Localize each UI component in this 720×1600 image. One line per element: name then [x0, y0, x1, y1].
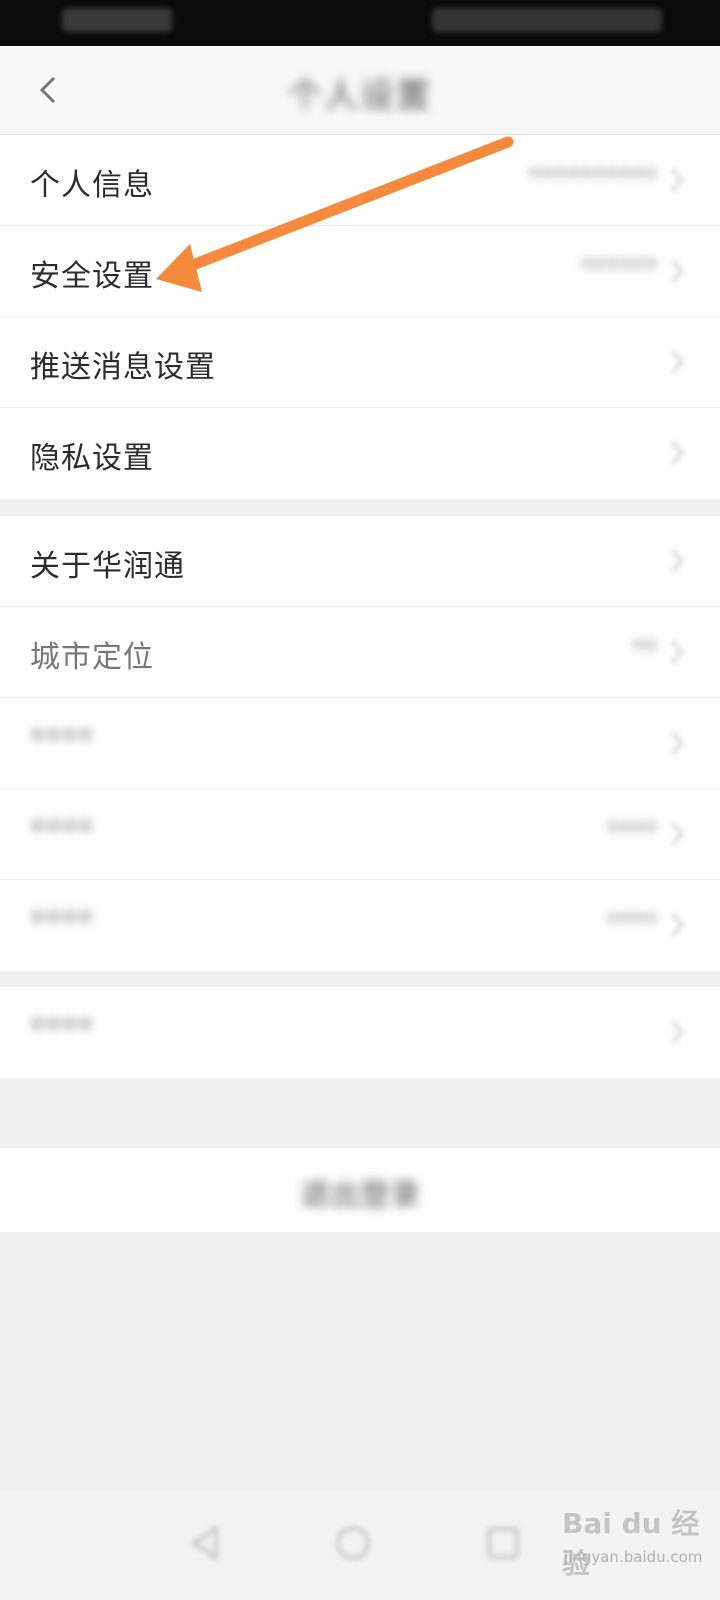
settings-row-personal-info[interactable]: 个人信息 **********	[0, 135, 720, 226]
chevron-right-icon	[671, 168, 684, 192]
settings-row-label: ****	[30, 905, 94, 940]
settings-group-app: 关于华润通 城市定位 ** **** **** **** **** ****	[0, 516, 720, 971]
settings-row-label: 城市定位	[30, 640, 154, 675]
settings-row-label: ****	[30, 1012, 94, 1047]
logout-label: 退出登录	[300, 1178, 420, 1213]
chevron-right-icon	[671, 441, 684, 465]
settings-row-label: 推送消息设置	[30, 350, 216, 385]
chevron-right-icon	[671, 259, 684, 283]
logout-button[interactable]: 退出登录	[0, 1148, 720, 1232]
settings-row-label: 安全设置	[30, 259, 154, 294]
settings-row-value: ****	[606, 817, 658, 847]
system-back-icon[interactable]	[182, 1520, 228, 1566]
chevron-right-icon	[671, 731, 684, 755]
navigation-bar: 个人设置	[0, 46, 720, 135]
status-bar	[0, 0, 720, 46]
settings-row-label: 关于华润通	[30, 549, 185, 584]
status-bar-left-info	[62, 8, 172, 32]
watermark-url: jingyan.baidu.com	[564, 1548, 703, 1566]
settings-row-security[interactable]: 安全设置 ******	[0, 226, 720, 317]
chevron-right-icon	[671, 549, 684, 573]
settings-row-value: ****	[606, 908, 658, 938]
status-bar-right-info	[432, 8, 662, 32]
settings-row-value: ******	[580, 254, 658, 284]
chevron-right-icon	[671, 1020, 684, 1044]
settings-row-blurred-2[interactable]: **** ****	[0, 789, 720, 880]
settings-row-blurred-3[interactable]: **** ****	[0, 880, 720, 971]
settings-row-push-notifications[interactable]: 推送消息设置	[0, 317, 720, 408]
chevron-right-icon	[671, 350, 684, 374]
chevron-right-icon	[671, 913, 684, 937]
settings-group-account: 个人信息 ********** 安全设置 ****** 推送消息设置 隐私设置	[0, 135, 720, 499]
page-title: 个人设置	[288, 76, 432, 116]
chevron-right-icon	[671, 640, 684, 664]
settings-row-privacy[interactable]: 隐私设置	[0, 408, 720, 499]
chevron-right-icon	[671, 822, 684, 846]
settings-row-value: **********	[528, 163, 658, 193]
system-recents-icon[interactable]	[480, 1520, 526, 1566]
settings-row-label: 个人信息	[30, 168, 154, 203]
settings-row-label: ****	[30, 814, 94, 849]
baidu-jingyan-watermark: Bai du 经验 jingyan.baidu.com	[562, 1500, 703, 1580]
settings-row-about[interactable]: 关于华润通	[0, 516, 720, 607]
system-home-icon[interactable]	[330, 1520, 376, 1566]
settings-group-extra: ****	[0, 987, 720, 1078]
settings-row-value: **	[632, 635, 658, 665]
settings-row-label: ****	[30, 723, 94, 758]
settings-row-blurred-1[interactable]: ****	[0, 698, 720, 789]
settings-row-label: 隐私设置	[30, 441, 154, 476]
settings-row-city-location[interactable]: 城市定位 **	[0, 607, 720, 698]
watermark-brand: Bai du 经验	[562, 1507, 700, 1580]
settings-row-blurred-4[interactable]: ****	[0, 987, 720, 1078]
